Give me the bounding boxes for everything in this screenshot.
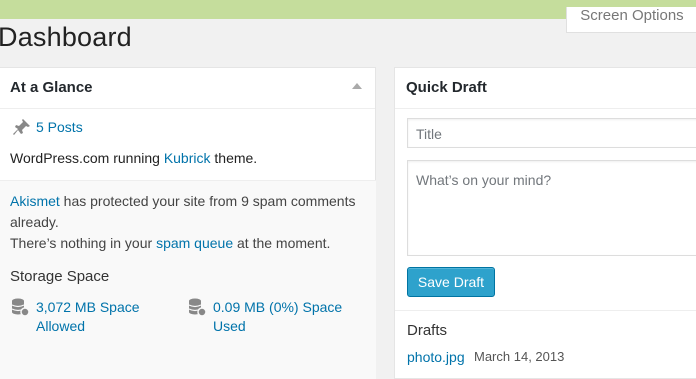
save-draft-button[interactable]: Save Draft: [407, 267, 495, 297]
draft-title-input[interactable]: Title: [407, 118, 696, 148]
akismet-status: Akismet has protected your site from 9 s…: [10, 191, 370, 254]
storage-used-link[interactable]: 0.09 MB (0%) Space Used: [213, 298, 353, 336]
panel-divider: [0, 108, 375, 109]
running-prefix: WordPress.com running: [10, 150, 164, 166]
panel-divider: [395, 108, 696, 109]
running-suffix: theme.: [210, 150, 258, 166]
queue-prefix: There’s nothing in your: [10, 235, 157, 251]
at-a-glance-title: At a Glance: [10, 79, 93, 96]
posts-count-link[interactable]: 5 Posts: [36, 119, 83, 135]
theme-link[interactable]: Kubrick: [164, 150, 211, 166]
page-title: Dashboard: [0, 22, 132, 52]
collapse-arrow-icon[interactable]: [352, 83, 362, 89]
spam-queue-link[interactable]: spam queue: [156, 235, 233, 251]
queue-suffix: at the moment.: [233, 235, 331, 251]
screen-options-button[interactable]: Screen Options: [566, 7, 696, 33]
database-icon: [11, 298, 30, 317]
akismet-message: has protected your site from 9 spam comm…: [10, 193, 356, 230]
database-icon: [188, 298, 207, 317]
drafts-divider: [395, 310, 696, 311]
pin-icon: [13, 119, 30, 135]
storage-space-title: Storage Space: [10, 268, 110, 285]
running-theme-text: WordPress.com running Kubrick theme.: [10, 150, 257, 166]
drafts-heading: Drafts: [407, 322, 448, 339]
draft-item-link[interactable]: photo.jpg: [407, 349, 465, 365]
quick-draft-title: Quick Draft: [406, 79, 487, 96]
draft-item-date: March 14, 2013: [474, 349, 565, 364]
akismet-link[interactable]: Akismet: [10, 193, 60, 209]
storage-allowed-link[interactable]: 3,072 MB Space Allowed: [36, 298, 156, 336]
draft-content-textarea[interactable]: What’s on your mind?: [407, 160, 696, 256]
